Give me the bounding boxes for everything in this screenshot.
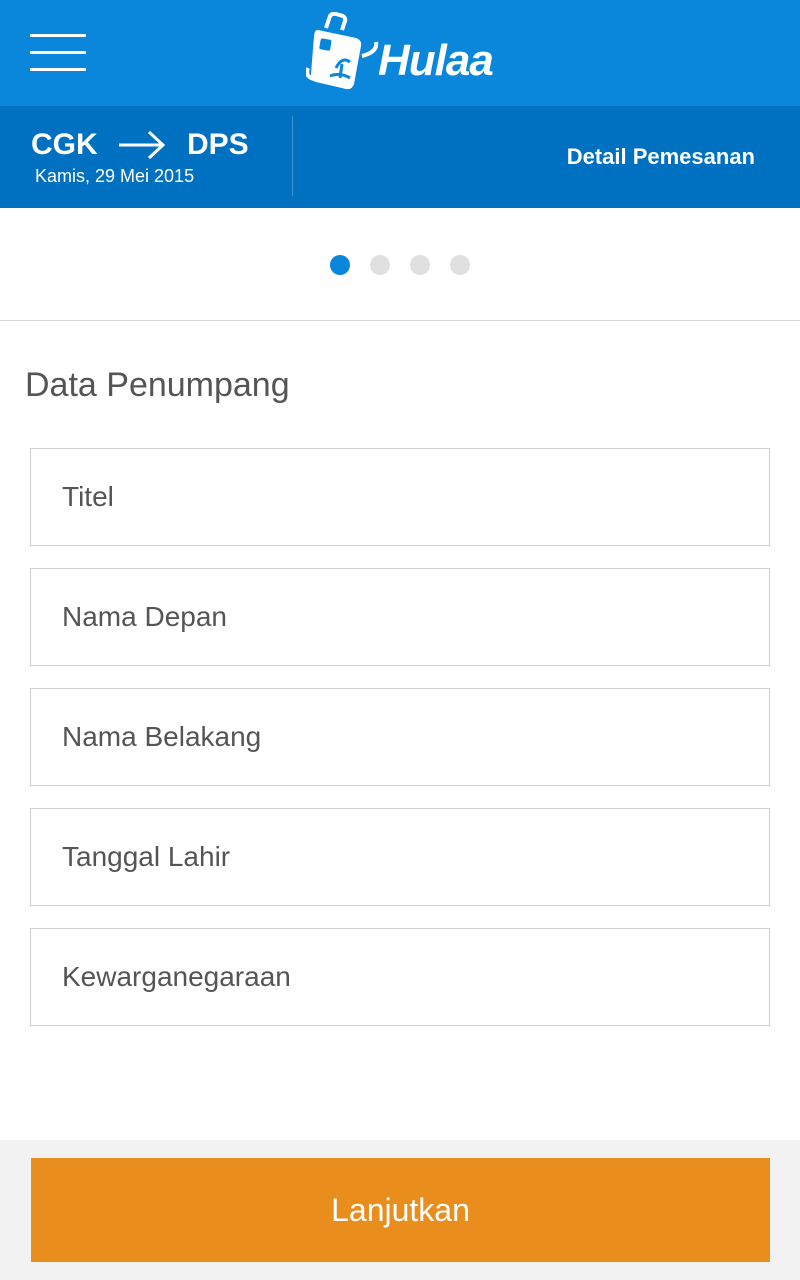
hamburger-menu-icon[interactable]: [30, 34, 86, 72]
departure-date: Kamis, 29 Mei 2015: [35, 166, 195, 186]
nationality-field-wrapper: [30, 928, 770, 1026]
app-logo: Hulaa: [306, 12, 496, 94]
footer-bar: Lanjutkan: [0, 1140, 800, 1280]
step-dot-2: [370, 255, 390, 275]
progress-stepper: [0, 208, 800, 321]
origin-code: CGK: [31, 128, 98, 161]
step-dot-4: [450, 255, 470, 275]
suitcase-logo-icon: [306, 12, 379, 90]
trip-summary-bar: CGK DPS Kamis, 29 Mei 2015 Detail Pemesa…: [0, 106, 800, 208]
logo-text: Hulaa: [378, 36, 494, 85]
divider: [292, 116, 293, 196]
nationality-field[interactable]: [31, 929, 769, 1025]
last-name-field[interactable]: [31, 689, 769, 785]
arrow-right-icon: [119, 130, 166, 160]
last-name-field-wrapper: [30, 688, 770, 786]
destination-code: DPS: [187, 128, 249, 161]
step-dot-1: [330, 255, 350, 275]
booking-detail-link[interactable]: Detail Pemesanan: [567, 144, 755, 170]
section-title: Data Penumpang: [25, 366, 290, 404]
title-field-wrapper: [30, 448, 770, 546]
first-name-field-wrapper: [30, 568, 770, 666]
birth-date-field-wrapper: [30, 808, 770, 906]
birth-date-field[interactable]: [31, 809, 769, 905]
continue-button[interactable]: Lanjutkan: [31, 1158, 770, 1262]
step-dot-3: [410, 255, 430, 275]
title-field[interactable]: [31, 449, 769, 545]
app-header: Hulaa: [0, 0, 800, 106]
first-name-field[interactable]: [31, 569, 769, 665]
